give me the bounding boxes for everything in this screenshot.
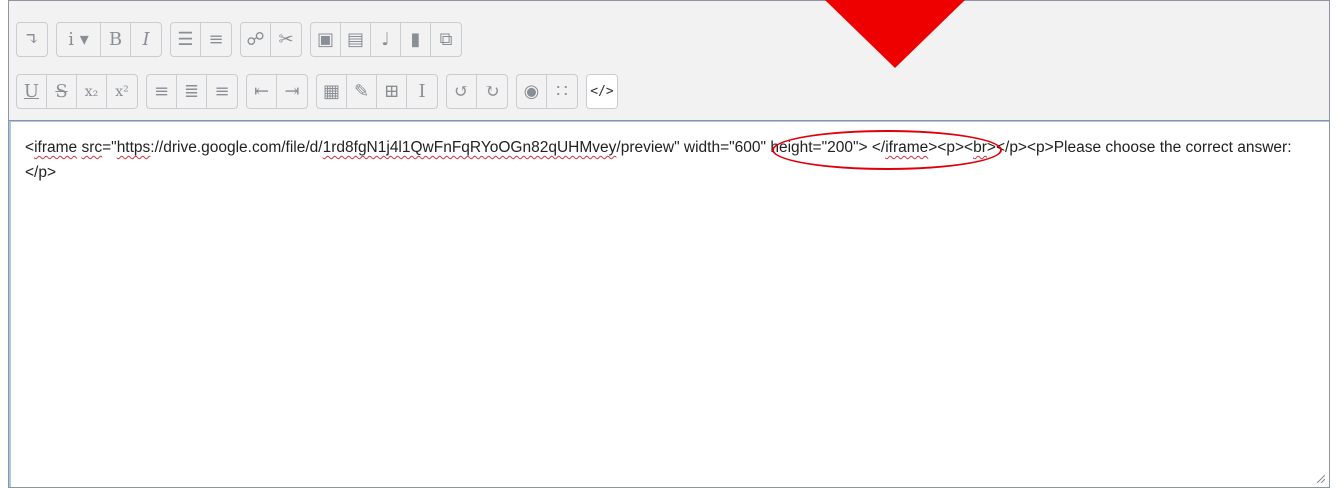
image-icon[interactable]: ▣ xyxy=(311,23,341,56)
special-character-icon[interactable]: ✎ xyxy=(347,75,377,108)
toolbar-group: </> xyxy=(586,74,618,109)
source-text-segment: ><p>< xyxy=(928,139,974,156)
spellcheck-flagged-word: iframe xyxy=(34,139,78,156)
spellcheck-flagged-word: https xyxy=(116,139,151,156)
spellcheck-flagged-word: br xyxy=(973,139,987,156)
unlink-icon[interactable]: ✂ xyxy=(271,23,301,56)
table-icon[interactable]: ⊞ xyxy=(377,75,407,108)
superscript-icon[interactable]: x² xyxy=(107,75,137,108)
manage-files-icon[interactable]: ⧉ xyxy=(431,23,461,56)
video-icon[interactable]: ▮ xyxy=(401,23,431,56)
source-text-segment: =" xyxy=(102,139,117,156)
resize-handle-icon[interactable] xyxy=(1315,473,1325,483)
link-icon[interactable]: ☍ xyxy=(241,23,271,56)
source-text-segment: < xyxy=(25,139,35,156)
clear-formatting-icon[interactable]: I xyxy=(407,75,437,108)
toolbar-toggle-icon[interactable]: ↴ xyxy=(17,23,47,56)
align-center-icon[interactable]: ≣ xyxy=(177,75,207,108)
spellcheck-flagged-word: src xyxy=(81,139,103,156)
editor-toolbar: ↴ i ▾ B I ☰ ≡ ☍ ✂ ▣ ▤ ♩ ▮ ⧉ U Sx₂ x² ≡ ≣ ≡ ⇤ ⇥ ▦ ✎ ⊞ I ↺ ↻ ◉ ∷ </> xyxy=(9,1,1329,121)
screenreader-helper-icon[interactable]: ∷ xyxy=(547,75,577,108)
toolbar-group: ▦ ✎ ⊞ I xyxy=(316,74,438,109)
toolbar-group: ⇤ ⇥ xyxy=(246,74,308,109)
toolbar-group: i ▾ B I xyxy=(56,22,162,57)
indent-icon[interactable]: ⇥ xyxy=(277,75,307,108)
align-left-icon[interactable]: ≡ xyxy=(147,75,177,108)
media-icon[interactable]: ▤ xyxy=(341,23,371,56)
toolbar-group: U Sx₂ x² xyxy=(16,74,138,109)
html-source-text: <iframe src="https://drive.google.com/fi… xyxy=(25,139,1292,181)
strikethrough-icon[interactable]: S xyxy=(47,75,77,108)
subscript-icon[interactable]: x₂ xyxy=(77,75,107,108)
toolbar-row-2: U Sx₂ x² ≡ ≣ ≡ ⇤ ⇥ ▦ ✎ ⊞ I ↺ ↻ ◉ ∷ </> xyxy=(16,74,626,109)
toolbar-group: ↺ ↻ xyxy=(446,74,508,109)
toolbar-group: ≡ ≣ ≡ xyxy=(146,74,238,109)
ordered-list-icon[interactable]: ≡ xyxy=(201,23,231,56)
html-source-textarea[interactable]: <iframe src="https://drive.google.com/fi… xyxy=(9,121,1329,487)
redo-icon[interactable]: ↻ xyxy=(477,75,507,108)
equation-icon[interactable]: ▦ xyxy=(317,75,347,108)
spellcheck-flagged-word: iframe xyxy=(885,139,929,156)
source-text-segment: ://drive.google.com/file/d/ xyxy=(150,139,323,156)
toolbar-group: ☰ ≡ xyxy=(170,22,232,57)
toolbar-group: ↴ xyxy=(16,22,48,57)
annotation-arrow-icon xyxy=(825,0,965,68)
outdent-icon[interactable]: ⇤ xyxy=(247,75,277,108)
bold-icon[interactable]: B xyxy=(101,23,131,56)
paragraph-style-dropdown[interactable]: i ▾ xyxy=(57,23,101,56)
html-editor: ↴ i ▾ B I ☰ ≡ ☍ ✂ ▣ ▤ ♩ ▮ ⧉ U Sx₂ x² ≡ ≣ ≡ ⇤ ⇥ ▦ ✎ ⊞ I ↺ ↻ ◉ ∷ </> <… xyxy=(8,0,1330,488)
underline-icon[interactable]: U xyxy=(17,75,47,108)
accessibility-checker-icon[interactable]: ◉ xyxy=(517,75,547,108)
align-right-icon[interactable]: ≡ xyxy=(207,75,237,108)
toolbar-group: ▣ ▤ ♩ ▮ ⧉ xyxy=(310,22,462,57)
html-toggle-icon[interactable]: </> xyxy=(587,75,617,108)
source-text-segment: /preview" width="600" height="200"> </ xyxy=(616,139,886,156)
undo-icon[interactable]: ↺ xyxy=(447,75,477,108)
unordered-list-icon[interactable]: ☰ xyxy=(171,23,201,56)
toolbar-group: ◉ ∷ xyxy=(516,74,578,109)
italic-icon[interactable]: I xyxy=(131,23,161,56)
microphone-icon[interactable]: ♩ xyxy=(371,23,401,56)
toolbar-group: ☍ ✂ xyxy=(240,22,302,57)
spellcheck-flagged-word: 1rd8fgN1j4l1QwFnFqRYoOGn82qUHMvey xyxy=(322,139,617,156)
toolbar-row-1: ↴ i ▾ B I ☰ ≡ ☍ ✂ ▣ ▤ ♩ ▮ ⧉ xyxy=(16,22,470,57)
